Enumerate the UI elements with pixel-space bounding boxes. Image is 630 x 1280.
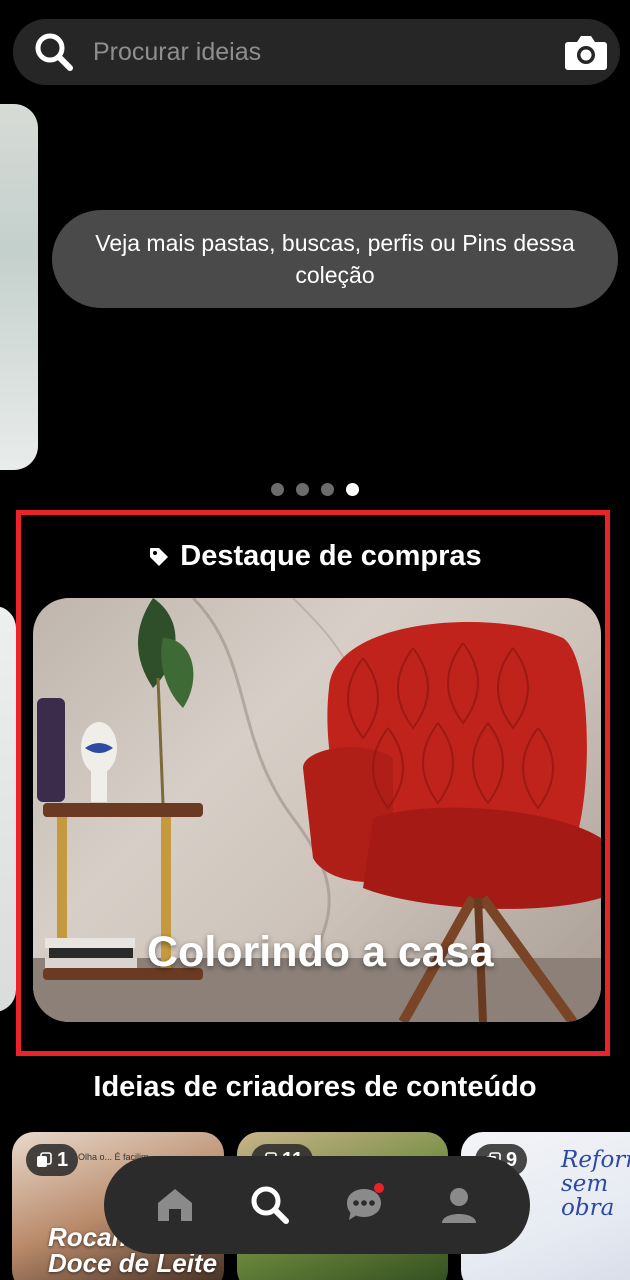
search-input[interactable]: Procurar ideias [93, 38, 261, 67]
pin-count: 1 [57, 1148, 69, 1171]
carousel-card-preview[interactable] [0, 104, 38, 470]
search-icon [251, 1186, 289, 1224]
stack-icon [37, 1152, 52, 1167]
creators-heading: Ideias de criadores de conteúdo [93, 1071, 537, 1103]
section-title: Destaque de compras [180, 540, 482, 572]
nav-profile[interactable] [433, 1179, 485, 1231]
search-bar[interactable]: Procurar ideias [13, 19, 620, 85]
pagination-dot-active[interactable] [346, 483, 359, 496]
tag-icon [150, 547, 169, 566]
nav-search[interactable] [244, 1179, 296, 1231]
shopping-highlight-heading: Destaque de compras [0, 540, 630, 573]
pagination-dot[interactable] [296, 483, 309, 496]
featured-collection-title: Colorindo a casa [147, 928, 494, 976]
explore-screen: Procurar ideias Veja mais pastas, buscas… [0, 0, 630, 1280]
carousel-card-preview[interactable] [0, 606, 16, 1012]
pagination-dot[interactable] [321, 483, 334, 496]
pin-count-badge: 1 [26, 1144, 79, 1176]
carousel-pagination [271, 483, 359, 496]
bottom-navigation [104, 1156, 530, 1254]
profile-icon [441, 1188, 476, 1223]
creator-card-title: Reforma sem obra [561, 1147, 630, 1221]
nav-messages[interactable] [338, 1179, 390, 1231]
search-icon [35, 33, 73, 71]
nav-home[interactable] [149, 1179, 201, 1231]
collection-tooltip[interactable]: Veja mais pastas, buscas, perfis ou Pins… [52, 210, 618, 308]
tooltip-text: Veja mais pastas, buscas, perfis ou Pins… [95, 230, 575, 288]
camera-icon[interactable] [562, 30, 610, 74]
home-icon [158, 1189, 193, 1221]
pagination-dot[interactable] [271, 483, 284, 496]
featured-collection-card[interactable]: Colorindo a casa [33, 598, 601, 1022]
